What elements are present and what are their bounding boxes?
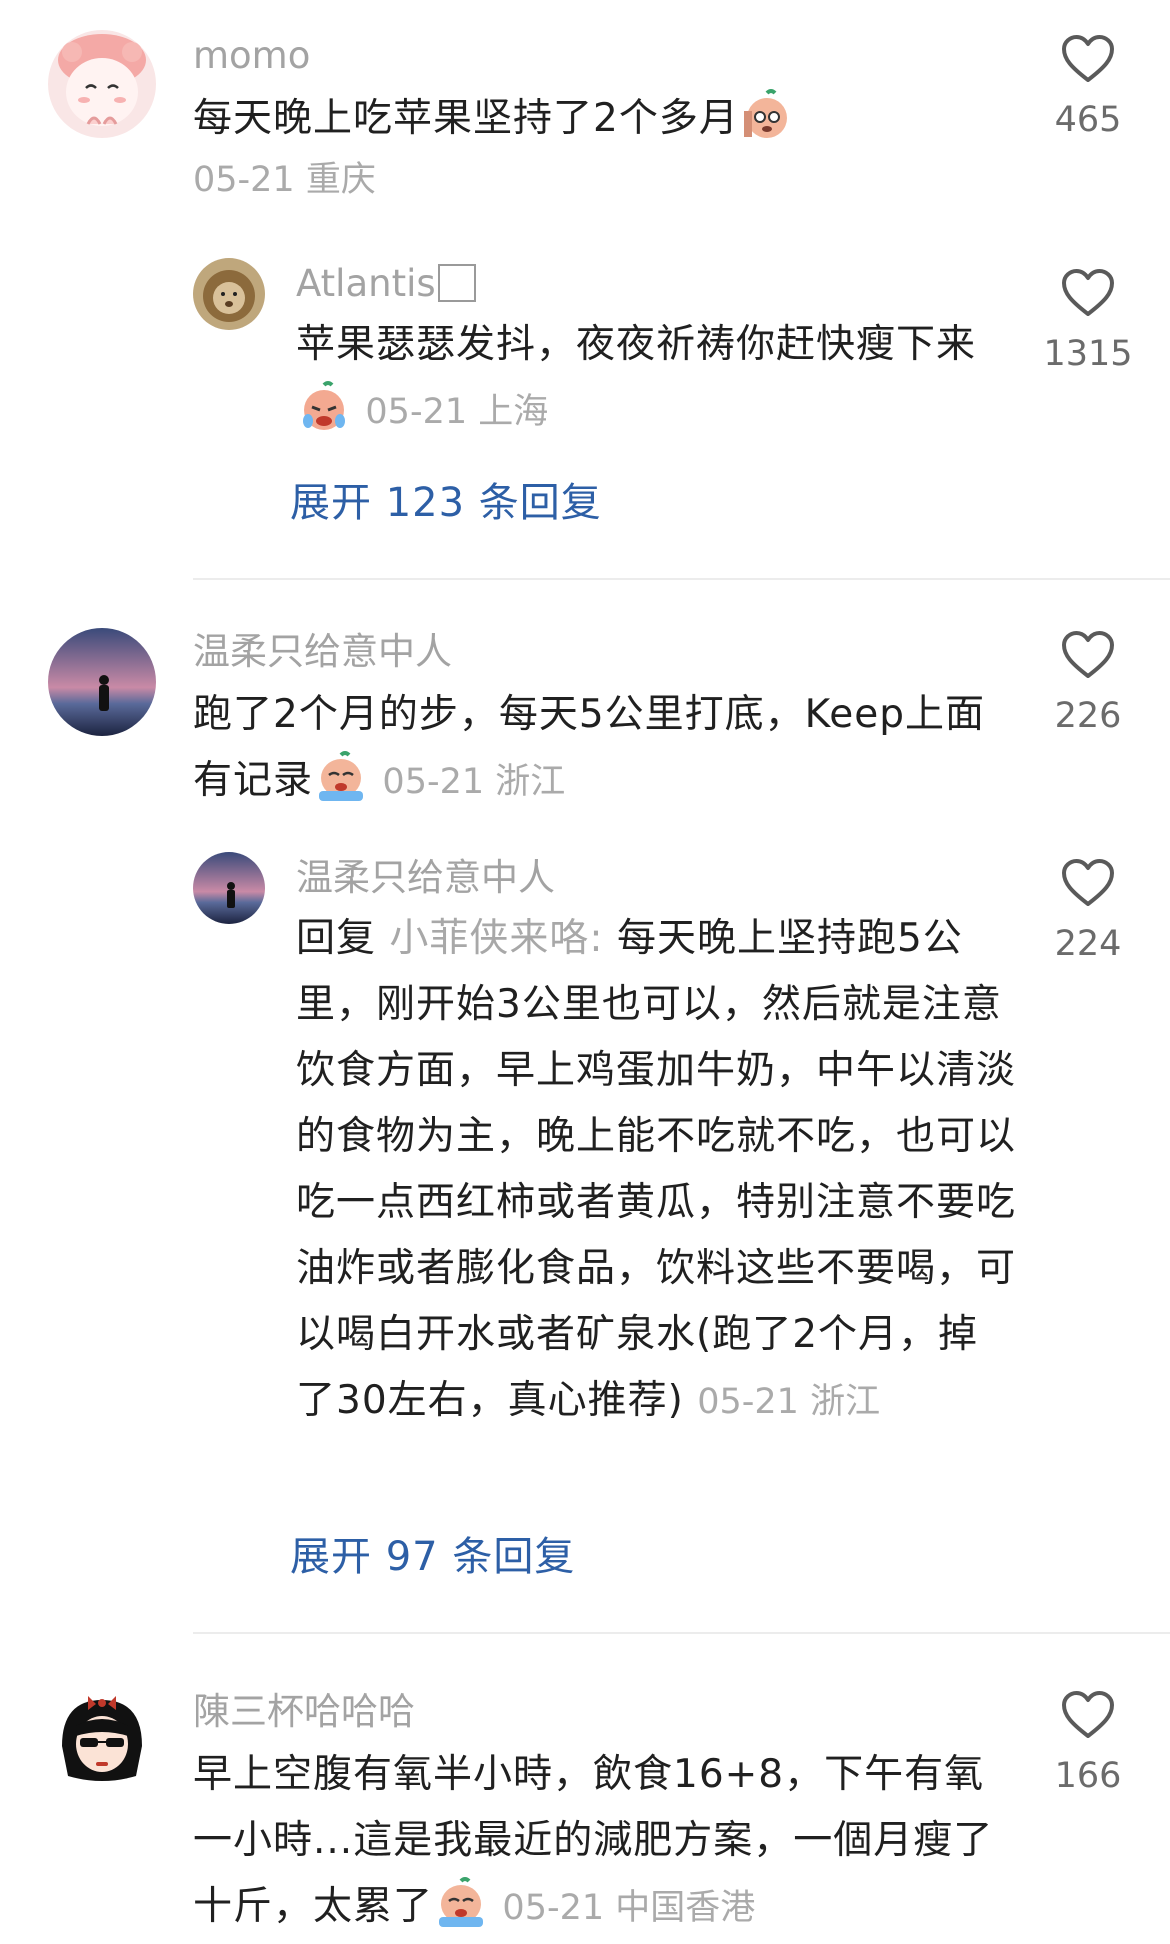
sobbing-fruit-emoji-icon xyxy=(435,1877,487,1929)
confused-fruit-emoji-icon xyxy=(741,89,793,141)
comment-text-block: 每天晚上吃苹果坚持了2个多月 xyxy=(193,86,1003,152)
like-group: 1315 xyxy=(1018,268,1158,376)
comment-username[interactable]: momo xyxy=(193,34,1003,78)
like-group: 465 xyxy=(1018,34,1158,142)
avatar[interactable] xyxy=(193,258,265,330)
heart-icon[interactable] xyxy=(1061,34,1115,84)
comment-meta: 05-21 中国香港 xyxy=(502,1888,756,1928)
reply-prefix: 回复 xyxy=(296,916,377,961)
heart-icon[interactable] xyxy=(1061,858,1115,908)
avatar[interactable] xyxy=(193,852,265,924)
reply-to-username[interactable]: 小菲侠来咯: xyxy=(389,916,603,961)
cartoon-girl-avatar-icon xyxy=(48,30,156,138)
avatar[interactable] xyxy=(48,628,156,736)
like-count: 1315 xyxy=(1043,334,1133,374)
comment-meta: 05-21 浙江 xyxy=(382,762,566,802)
comment-text: 每天晚上吃苹果坚持了2个多月 xyxy=(193,96,739,141)
comment-username[interactable]: 陳三杯哈哈哈 xyxy=(193,1690,1013,1734)
like-group: 226 xyxy=(1018,630,1158,738)
cartoon-girl-sunglasses-avatar-icon xyxy=(48,1686,156,1794)
reply-username[interactable]: Atlantis xyxy=(296,262,1016,306)
comment-meta: 05-21 重庆 xyxy=(193,160,376,200)
like-count: 226 xyxy=(1054,696,1122,736)
heart-icon[interactable] xyxy=(1061,630,1115,680)
comment-username[interactable]: 温柔只给意中人 xyxy=(193,630,1013,674)
comment-text-block: 早上空腹有氧半小時，飲食16+8，下午有氧一小時...這是我最近的減肥方案，一個… xyxy=(193,1742,1013,1941)
comment-list: momo 每天晚上吃苹果坚持了2个多月 05-21 重庆 465 Atlanti… xyxy=(0,0,1170,1944)
like-group: 166 xyxy=(1018,1690,1158,1798)
avatar[interactable] xyxy=(48,1686,156,1794)
heart-icon[interactable] xyxy=(1061,1690,1115,1740)
like-count: 465 xyxy=(1054,100,1122,140)
expand-replies-button[interactable]: 展开 97 条回复 xyxy=(290,1532,575,1582)
reply-text: 苹果瑟瑟发抖，夜夜祈祷你赶快瘦下来 xyxy=(296,322,977,367)
like-count: 166 xyxy=(1054,1756,1122,1796)
crying-fruit-emoji-icon xyxy=(298,381,350,433)
like-group: 224 xyxy=(1018,858,1158,966)
reply-text-block: 回复 小菲侠来咯: 每天晚上坚持跑5公里，刚开始3公里也可以，然后就是注意饮食方… xyxy=(296,906,1016,1435)
reply-text-block: 苹果瑟瑟发抖，夜夜祈祷你赶快瘦下来 05-21 上海 xyxy=(296,312,1016,445)
sunset-silhouette-avatar-icon xyxy=(193,852,265,924)
expand-replies-button[interactable]: 展开 123 条回复 xyxy=(290,478,602,528)
heart-icon[interactable] xyxy=(1061,268,1115,318)
divider xyxy=(193,1632,1170,1634)
sobbing-fruit-emoji-icon xyxy=(315,751,367,803)
comment-text: 跑了2个月的步，每天5公里打底，Keep上面有记录 xyxy=(193,692,986,803)
avatar[interactable] xyxy=(48,30,156,138)
reply-meta: 05-21 浙江 xyxy=(697,1382,881,1422)
divider xyxy=(193,578,1170,580)
unknown-glyph-icon xyxy=(437,264,476,302)
reply-text: 每天晚上坚持跑5公里，刚开始3公里也可以，然后就是注意饮食方面，早上鸡蛋加牛奶，… xyxy=(296,916,1017,1423)
lion-avatar-icon xyxy=(193,258,265,330)
sunset-silhouette-avatar-icon xyxy=(48,628,156,736)
reply-username[interactable]: 温柔只给意中人 xyxy=(296,856,1016,900)
reply-meta: 05-21 上海 xyxy=(365,392,549,432)
comment-text-block: 跑了2个月的步，每天5公里打底，Keep上面有记录 05-21 浙江 xyxy=(193,682,1013,815)
like-count: 224 xyxy=(1054,924,1122,964)
